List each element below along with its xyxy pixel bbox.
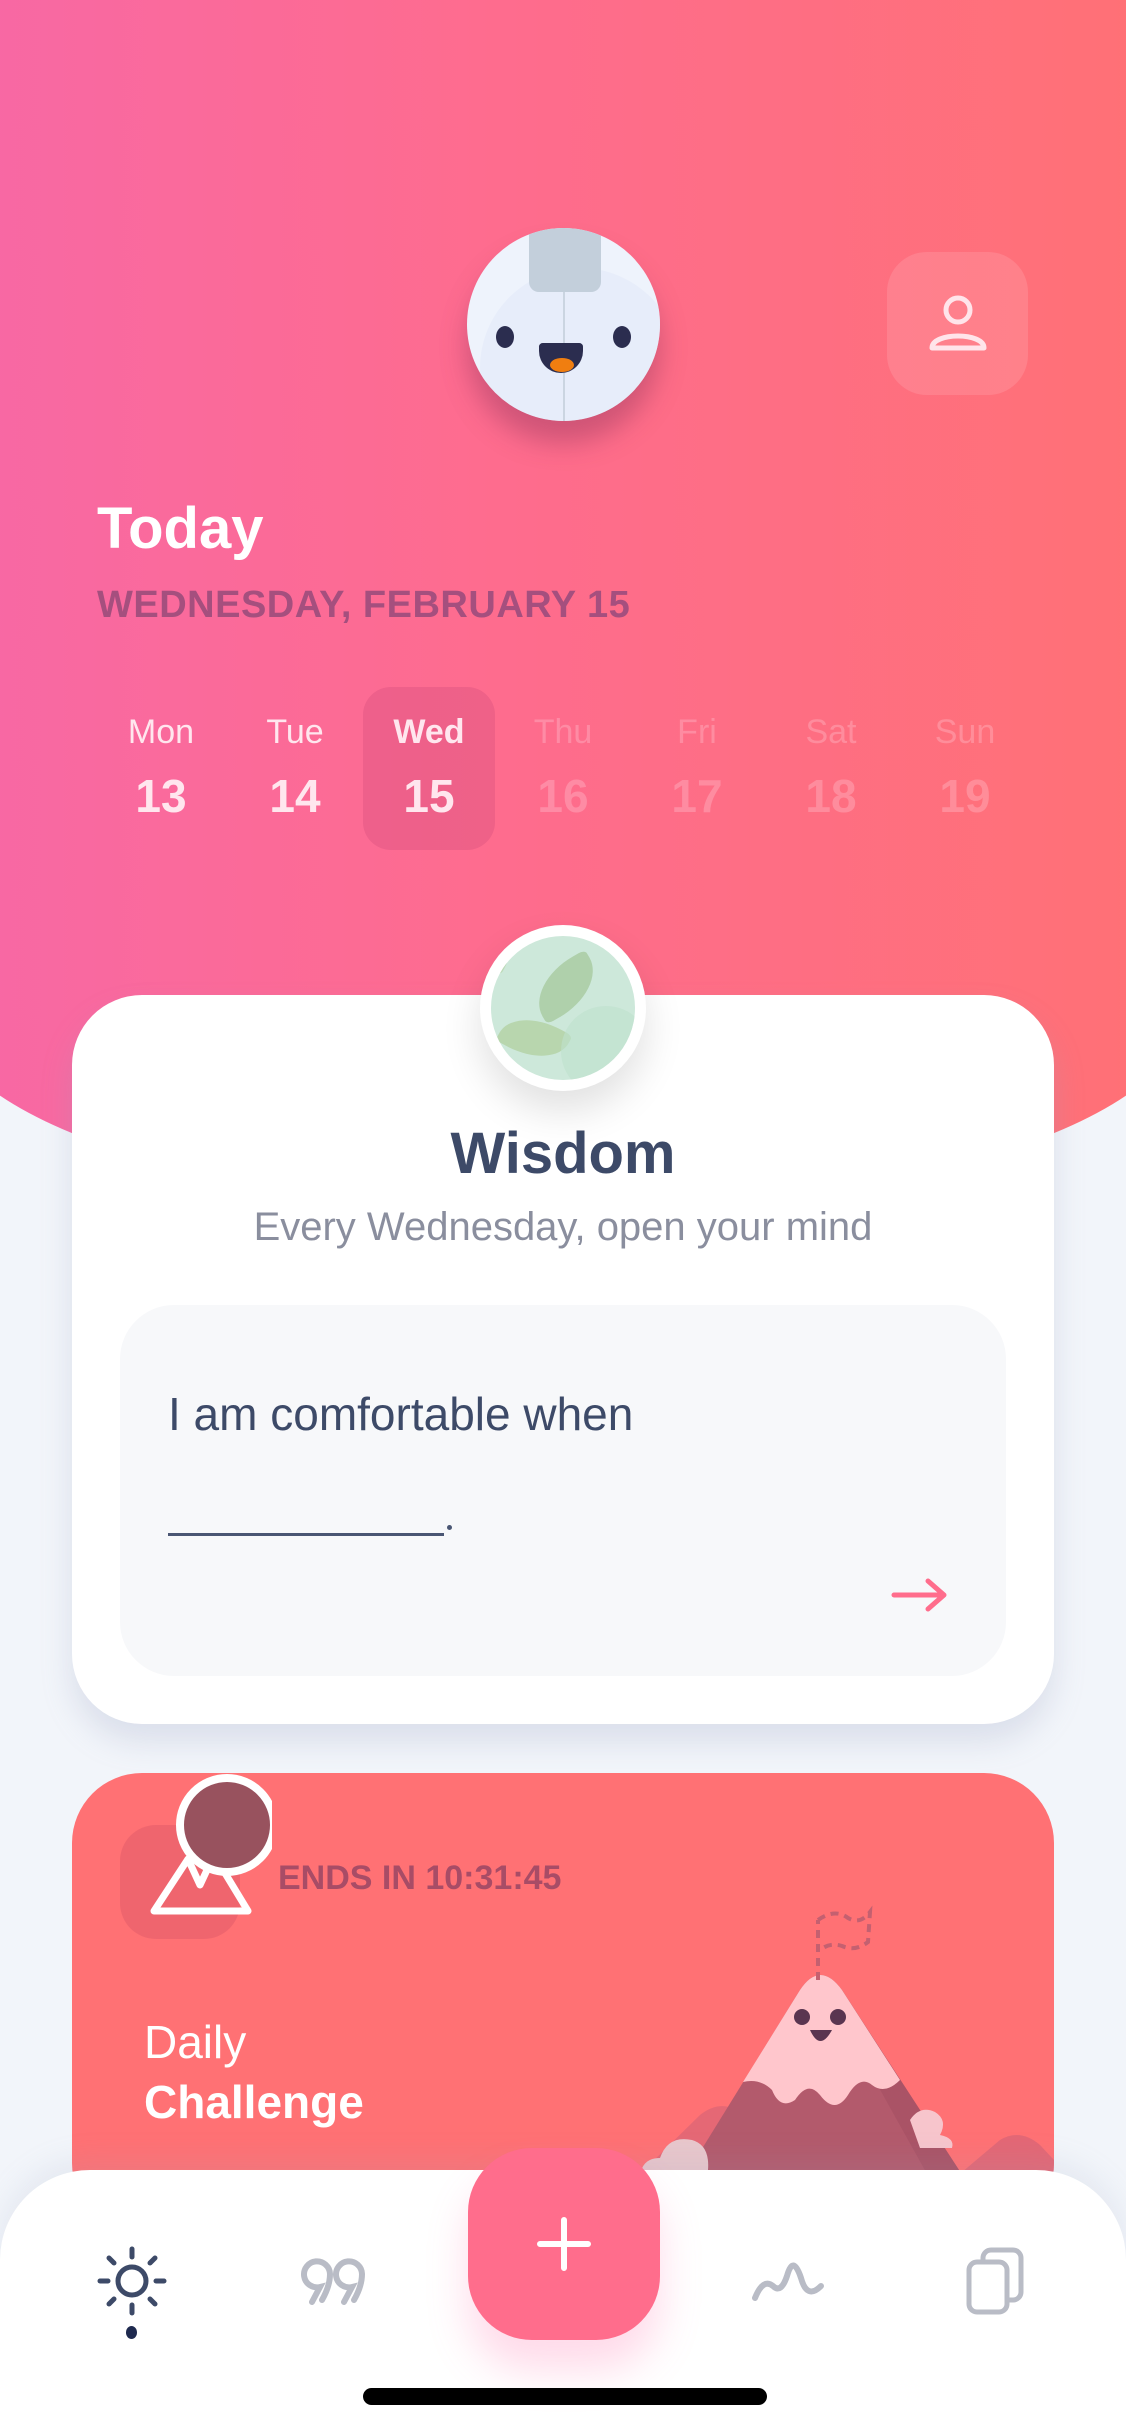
day-name: Thu	[533, 713, 593, 751]
profile-button[interactable]	[887, 252, 1028, 395]
plus-icon	[537, 2217, 591, 2271]
mascot-avatar[interactable]	[467, 228, 660, 421]
day-tue[interactable]: Tue 14	[229, 687, 361, 850]
nav-insights[interactable]	[746, 2236, 836, 2326]
submit-button[interactable]	[890, 1575, 960, 1625]
challenge-label-challenge: Challenge	[144, 2076, 364, 2128]
add-button[interactable]	[468, 2148, 660, 2340]
active-tab-indicator	[126, 2326, 137, 2339]
prompt-text: I am comfortable when	[168, 1388, 634, 1440]
day-fri[interactable]: Fri 17	[631, 687, 763, 850]
home-indicator[interactable]	[363, 2388, 767, 2405]
day-number: 16	[537, 770, 589, 822]
day-name: Tue	[266, 713, 324, 751]
wisdom-subtitle: Every Wednesday, open your mind	[253, 1205, 873, 1249]
arrow-right-icon	[891, 1578, 947, 1612]
mascot-tongue	[550, 358, 574, 372]
person-icon	[929, 295, 986, 350]
week-selector: Mon 13 Tue 14 Wed 15 Thu 16 Fri 17 Sat 1…	[95, 687, 1031, 850]
mascot-cap	[529, 228, 601, 292]
wisdom-badge	[480, 925, 646, 1091]
leaves-icon	[491, 936, 635, 1080]
quote-icon	[301, 2258, 365, 2305]
day-thu[interactable]: Thu 16	[497, 687, 629, 850]
day-number: 15	[403, 770, 455, 822]
nav-quotes[interactable]	[290, 2236, 380, 2326]
date-subtitle: WEDNESDAY, FEBRUARY 15	[97, 584, 631, 626]
wisdom-title: Wisdom	[450, 1121, 676, 1186]
mountain-icon	[150, 1774, 272, 1915]
day-number: 17	[671, 770, 723, 822]
prompt-period	[447, 1525, 452, 1530]
nav-library[interactable]	[950, 2236, 1040, 2326]
day-name: Mon	[127, 713, 195, 751]
challenge-label-daily: Daily	[144, 2016, 247, 2068]
mascot-eye-left	[496, 326, 514, 348]
day-sun[interactable]: Sun 19	[899, 687, 1031, 850]
page-title: Today	[97, 496, 264, 561]
sun-icon	[97, 2246, 167, 2316]
day-number: 14	[269, 770, 321, 822]
wave-icon	[752, 2262, 824, 2301]
day-name: Fri	[677, 713, 717, 751]
day-name: Sun	[934, 713, 996, 751]
day-number: 19	[939, 770, 991, 822]
prompt-blank-line	[168, 1533, 444, 1536]
day-mon[interactable]: Mon 13	[95, 687, 227, 850]
day-name: Wed	[393, 713, 465, 751]
day-name: Sat	[805, 713, 857, 751]
wisdom-prompt-input[interactable]: I am comfortable when	[120, 1305, 1006, 1676]
nav-today[interactable]	[87, 2236, 177, 2326]
day-number: 18	[805, 770, 857, 822]
day-number: 13	[135, 770, 187, 822]
mascot-eye-right	[613, 326, 631, 348]
challenge-countdown: ENDS IN 10:31:45	[278, 1859, 562, 1897]
cards-icon	[966, 2247, 1024, 2315]
day-wed[interactable]: Wed 15	[363, 687, 495, 850]
day-sat[interactable]: Sat 18	[765, 687, 897, 850]
